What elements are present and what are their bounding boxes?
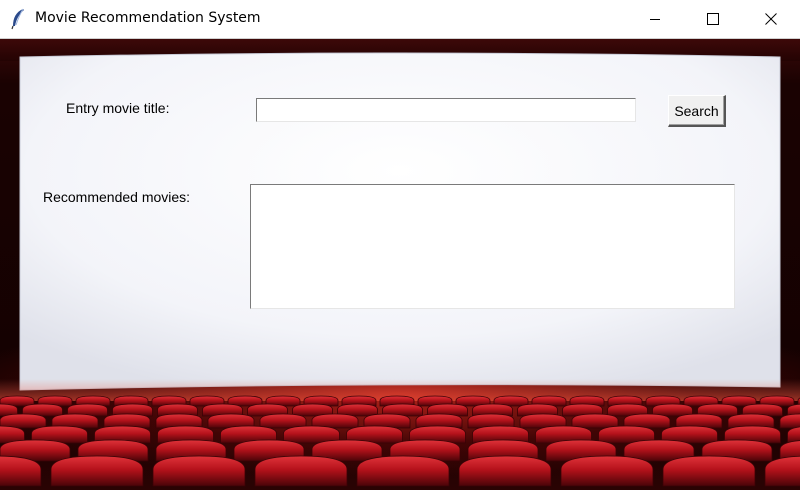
- seat: [571, 413, 619, 429]
- seat: [458, 455, 552, 487]
- seat: [662, 455, 756, 487]
- seat: [560, 455, 654, 487]
- seat: [50, 455, 144, 487]
- seat: [0, 413, 47, 429]
- seat: [152, 455, 246, 487]
- seat: [259, 413, 307, 429]
- entry-movie-title-label: Entry movie title:: [66, 100, 170, 116]
- seat: [254, 455, 348, 487]
- recommended-movies-label: Recommended movies:: [43, 189, 191, 205]
- maximize-icon: [707, 13, 719, 25]
- seat: [779, 413, 800, 429]
- movie-title-input[interactable]: [256, 98, 636, 122]
- close-icon: [765, 13, 777, 25]
- search-button[interactable]: Search: [668, 95, 726, 127]
- minimize-icon: [650, 19, 660, 20]
- title-bar: Movie Recommendation System: [0, 0, 800, 39]
- seat: [356, 455, 450, 487]
- feather-icon: [10, 8, 26, 30]
- minimize-button[interactable]: [626, 0, 684, 38]
- theater-seats: [0, 395, 800, 487]
- maximize-button[interactable]: [684, 0, 742, 38]
- close-button[interactable]: [742, 0, 800, 38]
- window-title: Movie Recommendation System: [35, 10, 261, 26]
- recommended-movies-textbox[interactable]: [250, 184, 735, 309]
